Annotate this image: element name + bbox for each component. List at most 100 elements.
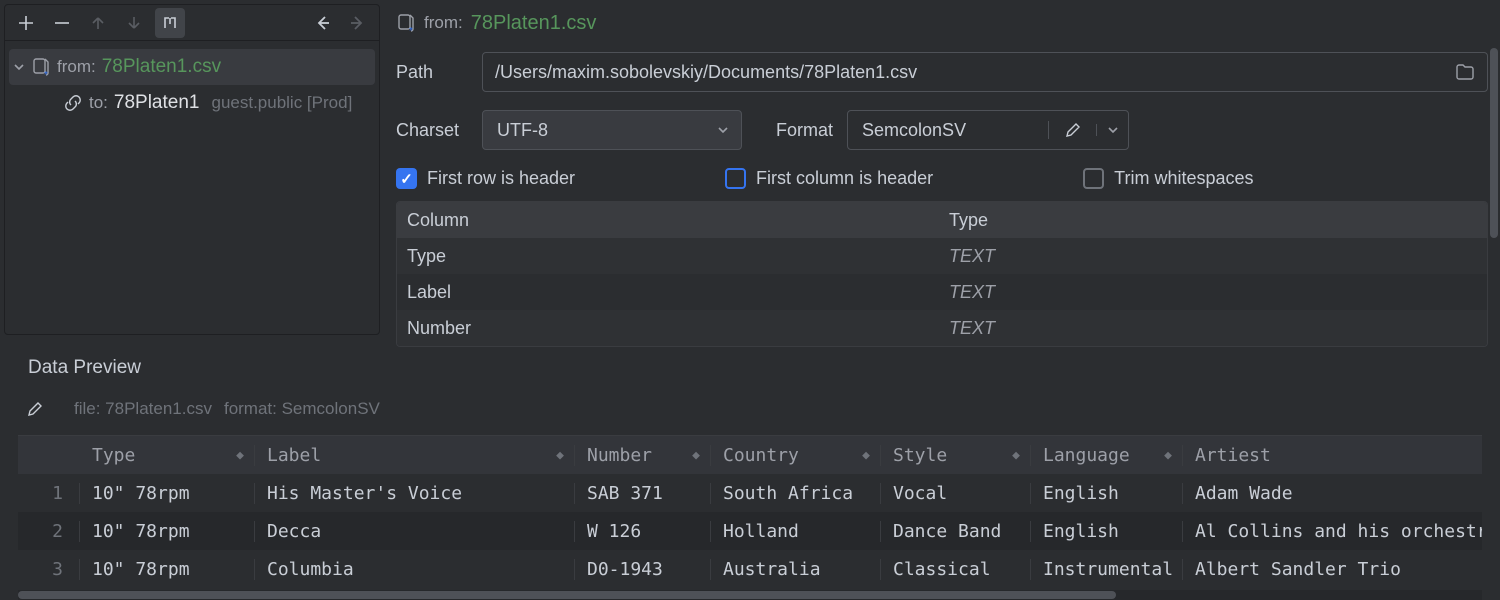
to-label: to:: [89, 93, 108, 113]
grid-header-cell[interactable]: Country◆: [711, 445, 881, 466]
link-icon: [63, 93, 83, 113]
grid-cell: English: [1031, 521, 1183, 542]
first-col-header-checkbox[interactable]: First column is header: [725, 168, 933, 189]
preview-format-meta: format: SemcolonSV: [224, 399, 380, 419]
col-type: TEXT: [937, 282, 1487, 303]
path-input[interactable]: /Users/maxim.sobolevskiy/Documents/78Pla…: [482, 52, 1488, 92]
grid-cell: Al Collins and his orchestra: [1183, 521, 1482, 542]
columns-table-row[interactable]: Type TEXT: [397, 238, 1487, 274]
grid-cell: His Master's Voice: [255, 483, 575, 504]
format-select[interactable]: SemcolonSV: [847, 110, 1129, 150]
tree-target-row[interactable]: to: 78Platen1 guest.public [Prod]: [5, 85, 379, 121]
source-config-panel: * from: 78Platen1.csv Path /Users/maxim.…: [384, 0, 1500, 335]
mapping-toolbar: [5, 5, 379, 41]
move-down-button[interactable]: [119, 8, 149, 38]
col-type: TEXT: [937, 318, 1487, 339]
columns-table-row[interactable]: Number TEXT: [397, 310, 1487, 346]
move-up-button[interactable]: [83, 8, 113, 38]
back-button[interactable]: [307, 8, 337, 38]
path-label: Path: [396, 62, 468, 83]
file-csv-icon: *: [31, 57, 51, 77]
checkbox-unchecked-icon: [1083, 168, 1104, 189]
grid-cell: South Africa: [711, 483, 881, 504]
row-number: 2: [18, 521, 80, 542]
col-header-type: Type: [937, 210, 1487, 231]
data-preview-title: Data Preview: [28, 357, 1482, 379]
grid-cell: W 126: [575, 521, 711, 542]
edit-preview-button[interactable]: [26, 400, 44, 418]
col-name: Type: [397, 246, 937, 267]
grid-cell: Decca: [255, 521, 575, 542]
check-icon: ✓: [396, 168, 417, 189]
col-name: Label: [397, 282, 937, 303]
grid-cell: Australia: [711, 559, 881, 580]
auto-map-button[interactable]: [155, 8, 185, 38]
grid-cell: Classical: [881, 559, 1031, 580]
grid-row[interactable]: 3 10" 78rpm Columbia D0-1943 Australia C…: [18, 550, 1482, 588]
sort-icon: ◆: [556, 448, 562, 463]
format-label: Format: [776, 120, 833, 141]
grid-cell: Instrumental: [1031, 559, 1183, 580]
sort-icon: ◆: [692, 448, 698, 463]
grid-row[interactable]: 2 10" 78rpm Decca W 126 Holland Dance Ba…: [18, 512, 1482, 550]
tree-source-row[interactable]: * from: 78Platen1.csv: [9, 49, 375, 85]
trim-whitespace-checkbox[interactable]: Trim whitespaces: [1083, 168, 1253, 189]
checkbox-label: First row is header: [427, 168, 575, 189]
grid-row[interactable]: 1 10" 78rpm His Master's Voice SAB 371 S…: [18, 474, 1482, 512]
checkbox-label: First column is header: [756, 168, 933, 189]
chevron-down-icon: [13, 61, 25, 73]
col-type: TEXT: [937, 246, 1487, 267]
sort-icon: ◆: [1164, 448, 1170, 463]
source-header: * from: 78Platen1.csv: [396, 6, 1488, 40]
columns-table: Column Type Type TEXT Label TEXT Number …: [396, 201, 1488, 347]
grid-header-cell[interactable]: Number◆: [575, 445, 711, 466]
horizontal-scrollbar[interactable]: [18, 590, 1482, 600]
grid-cell: 10" 78rpm: [80, 521, 255, 542]
format-value: SemcolonSV: [848, 120, 1048, 141]
mapping-panel: * from: 78Platen1.csv to: 78Platen1 gues…: [4, 4, 380, 335]
columns-table-row[interactable]: Label TEXT: [397, 274, 1487, 310]
edit-format-button[interactable]: [1048, 121, 1096, 139]
grid-cell: Adam Wade: [1183, 483, 1482, 504]
grid-cell: 10" 78rpm: [80, 483, 255, 504]
col-name: Number: [397, 318, 937, 339]
grid-header-row: Type◆ Label◆ Number◆ Country◆ Style◆ Lan…: [18, 436, 1482, 474]
grid-cell: Vocal: [881, 483, 1031, 504]
grid-cell: 10" 78rpm: [80, 559, 255, 580]
scrollbar-thumb[interactable]: [18, 591, 1116, 599]
add-button[interactable]: [11, 8, 41, 38]
grid-header-cell[interactable]: Language◆: [1031, 445, 1183, 466]
mapping-tree: * from: 78Platen1.csv to: 78Platen1 gues…: [5, 41, 379, 129]
from-label: from:: [57, 57, 96, 77]
columns-table-header: Column Type: [397, 202, 1487, 238]
preview-grid: Type◆ Label◆ Number◆ Country◆ Style◆ Lan…: [18, 435, 1482, 588]
col-header-column: Column: [397, 210, 937, 231]
grid-cell: Holland: [711, 521, 881, 542]
svg-text:*: *: [409, 26, 413, 33]
folder-icon[interactable]: [1455, 63, 1475, 81]
preview-meta: file: 78Platen1.csv format: SemcolonSV: [26, 399, 1482, 419]
preview-file-meta: file: 78Platen1.csv: [74, 399, 212, 419]
from-label: from:: [424, 13, 463, 33]
path-value: /Users/maxim.sobolevskiy/Documents/78Pla…: [495, 62, 917, 83]
vertical-scrollbar[interactable]: [1490, 48, 1498, 238]
target-meta: guest.public [Prod]: [211, 93, 352, 113]
chevron-down-icon[interactable]: [1096, 124, 1128, 136]
checkbox-label: Trim whitespaces: [1114, 168, 1253, 189]
data-preview-section: Data Preview file: 78Platen1.csv format:…: [0, 335, 1500, 600]
grid-cell: Dance Band: [881, 521, 1031, 542]
grid-cell: Columbia: [255, 559, 575, 580]
grid-cell: SAB 371: [575, 483, 711, 504]
first-row-header-checkbox[interactable]: ✓ First row is header: [396, 168, 575, 189]
row-number: 3: [18, 559, 80, 580]
grid-header-cell[interactable]: Style◆: [881, 445, 1031, 466]
charset-select[interactable]: UTF-8: [482, 110, 742, 150]
grid-header-cell[interactable]: Label◆: [255, 445, 575, 466]
file-csv-icon: *: [396, 13, 416, 33]
remove-button[interactable]: [47, 8, 77, 38]
grid-header-cell[interactable]: Type◆: [80, 445, 255, 466]
forward-button[interactable]: [343, 8, 373, 38]
svg-text:*: *: [44, 70, 48, 77]
grid-header-cell[interactable]: Artiest: [1183, 445, 1482, 466]
sort-icon: ◆: [862, 448, 868, 463]
